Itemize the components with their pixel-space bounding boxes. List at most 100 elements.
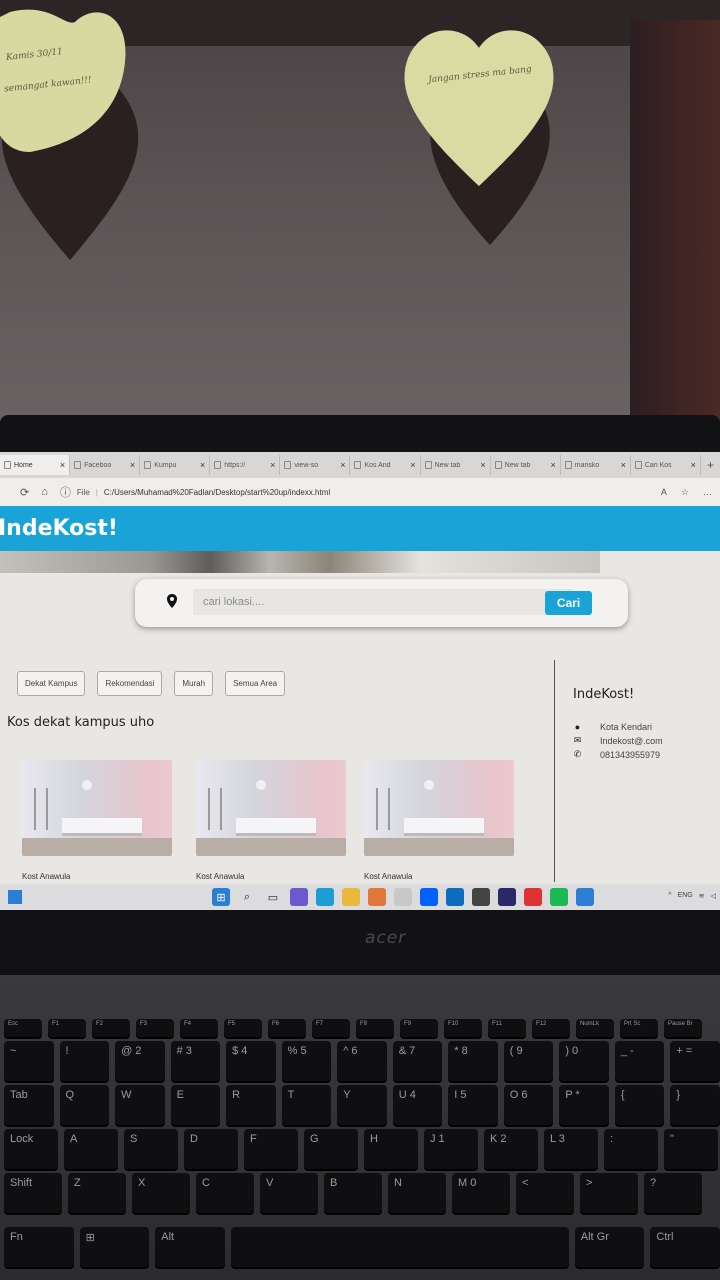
close-icon[interactable]: × (480, 460, 485, 470)
new-tab-button[interactable]: + (701, 458, 720, 472)
scheme-label: File (76, 487, 90, 497)
keyboard-key: G (304, 1129, 358, 1169)
edge-icon[interactable] (316, 888, 334, 906)
tab-cari-kos[interactable]: Cari Kos × (631, 455, 701, 475)
wall-edge (630, 20, 720, 430)
kost-card[interactable]: Kost Anawula (196, 760, 346, 881)
site-brand[interactable]: IndeKost! (0, 516, 118, 541)
search-box: Cari (135, 579, 628, 627)
page-icon (4, 461, 11, 469)
filter-semua-area[interactable]: Semua Area (225, 671, 286, 696)
contact-list: ● Kota Kendari ✉ Indekost@.com ✆ 0813439559… (573, 722, 663, 760)
keyboard-key: F10 (444, 1019, 482, 1037)
keyboard-key: { (614, 1085, 665, 1125)
github-icon (634, 461, 642, 469)
keyboard-key: Alt (155, 1227, 225, 1267)
mail-icon[interactable] (446, 888, 464, 906)
keyboard-key: Alt Gr (574, 1227, 645, 1267)
keyboard-key: ! (59, 1041, 110, 1081)
filter-rekomendasi[interactable]: Rekomendasi (97, 671, 163, 696)
windows-start-icon[interactable]: ⊞ (212, 888, 230, 906)
keyboard-key: ~ (4, 1041, 54, 1081)
kost-name: Kost Anawula (22, 872, 71, 881)
close-icon[interactable]: × (410, 460, 415, 470)
page-icon (74, 461, 82, 469)
kost-photo (22, 760, 172, 856)
tab-new-2[interactable]: New tab × (491, 455, 561, 475)
page-icon (284, 461, 292, 469)
keyboard-key: E (170, 1085, 221, 1125)
close-icon[interactable]: × (60, 460, 65, 470)
contact-email: ✉ Indekost@.com (573, 735, 663, 746)
close-icon[interactable]: × (270, 460, 275, 470)
kost-card[interactable]: Kost Anawula (364, 760, 514, 881)
tab-facebook[interactable]: Faceboo × (70, 455, 141, 475)
search-icon (564, 461, 572, 469)
tab-kos-and[interactable]: Kos And × (350, 455, 421, 475)
close-icon[interactable]: × (621, 460, 626, 470)
close-icon[interactable]: × (200, 460, 205, 470)
file-explorer-icon[interactable] (342, 888, 360, 906)
key-row-shift: Shift Z X C V B N M 0 < >? (0, 1173, 720, 1213)
close-icon[interactable]: × (130, 460, 135, 470)
read-aloud-icon[interactable]: A (661, 487, 667, 498)
keyboard-key: S (124, 1129, 178, 1169)
keyboard-key: $ 4 (226, 1041, 276, 1081)
close-icon[interactable]: × (691, 460, 696, 470)
premiere-icon[interactable] (498, 888, 516, 906)
tab-new-1[interactable]: New tab × (421, 455, 491, 475)
task-view-icon[interactable]: ▭ (264, 888, 282, 906)
close-icon[interactable]: × (340, 460, 345, 470)
filter-murah[interactable]: Murah (174, 671, 214, 696)
keyboard-key: W (115, 1085, 165, 1125)
store-icon[interactable] (368, 888, 386, 906)
close-icon[interactable]: × (550, 460, 555, 470)
app-icon[interactable] (394, 888, 412, 906)
keyboard-key: Z (68, 1173, 126, 1213)
volume-icon[interactable]: ◁ (711, 892, 716, 900)
kost-photo (196, 760, 346, 856)
keyboard-key: F (244, 1129, 298, 1169)
keyboard-key: Y (337, 1085, 387, 1125)
tab-https[interactable]: https://× (210, 455, 281, 475)
browser-toolbar: A ☆ … (661, 487, 720, 498)
filter-dekat-kampus[interactable]: Dekat Kampus (17, 671, 86, 696)
dropbox-icon[interactable] (420, 888, 438, 906)
url-field[interactable]: ⓘ File | C:/Users/Muhamad%20Fadlan/Deskt… (60, 484, 330, 500)
vscode-icon[interactable] (576, 888, 594, 906)
app-icon[interactable] (472, 888, 490, 906)
refresh-icon[interactable]: ⟳ (20, 486, 29, 499)
key-row-bottom: Fn ⊞ Alt Alt Gr Ctrl (0, 1227, 720, 1267)
widgets-icon[interactable] (8, 890, 22, 904)
more-icon[interactable]: … (703, 487, 712, 498)
opera-icon[interactable] (524, 888, 542, 906)
wifi-icon[interactable]: ≋ (699, 892, 705, 900)
laptop-screen: Home × Faceboo × Kumpu × https://× view-so ×… (0, 452, 720, 910)
keyboard-key: F6 (268, 1019, 306, 1037)
key-row-home: Lock A S D F G H J 1K 2L 3: " (0, 1129, 720, 1169)
search-button[interactable]: Cari (545, 591, 592, 615)
keyboard-key: R (226, 1085, 276, 1125)
favorites-icon[interactable]: ☆ (681, 487, 689, 498)
keyboard-key: @ 2 (115, 1041, 165, 1081)
language-indicator[interactable]: ENG (678, 892, 693, 900)
keyboard-key: F12 (532, 1019, 570, 1037)
url-separator: | (95, 487, 98, 497)
site-navbar: IndeKost! (0, 506, 720, 551)
tab-kumpulan[interactable]: Kumpu × (140, 455, 211, 475)
home-icon[interactable]: ⌂ (41, 486, 48, 498)
spotify-icon[interactable] (550, 888, 568, 906)
chat-icon[interactable] (290, 888, 308, 906)
kost-card[interactable]: Kost Anawula (22, 760, 172, 881)
sidebar-brand: IndeKost! (573, 687, 635, 702)
tab-home[interactable]: Home × (0, 455, 71, 475)
keyboard-key: > (580, 1173, 638, 1213)
chevron-up-icon[interactable]: ^ (668, 892, 671, 900)
search-input[interactable] (193, 589, 573, 615)
tab-mansko[interactable]: mansko × (561, 455, 631, 475)
keyboard-key: Ctrl (650, 1227, 720, 1267)
keyboard-key: F2 (92, 1019, 130, 1037)
tab-view-source[interactable]: view-so × (280, 455, 351, 475)
search-icon[interactable]: ⌕ (238, 888, 256, 906)
keyboard-key: F5 (224, 1019, 262, 1037)
